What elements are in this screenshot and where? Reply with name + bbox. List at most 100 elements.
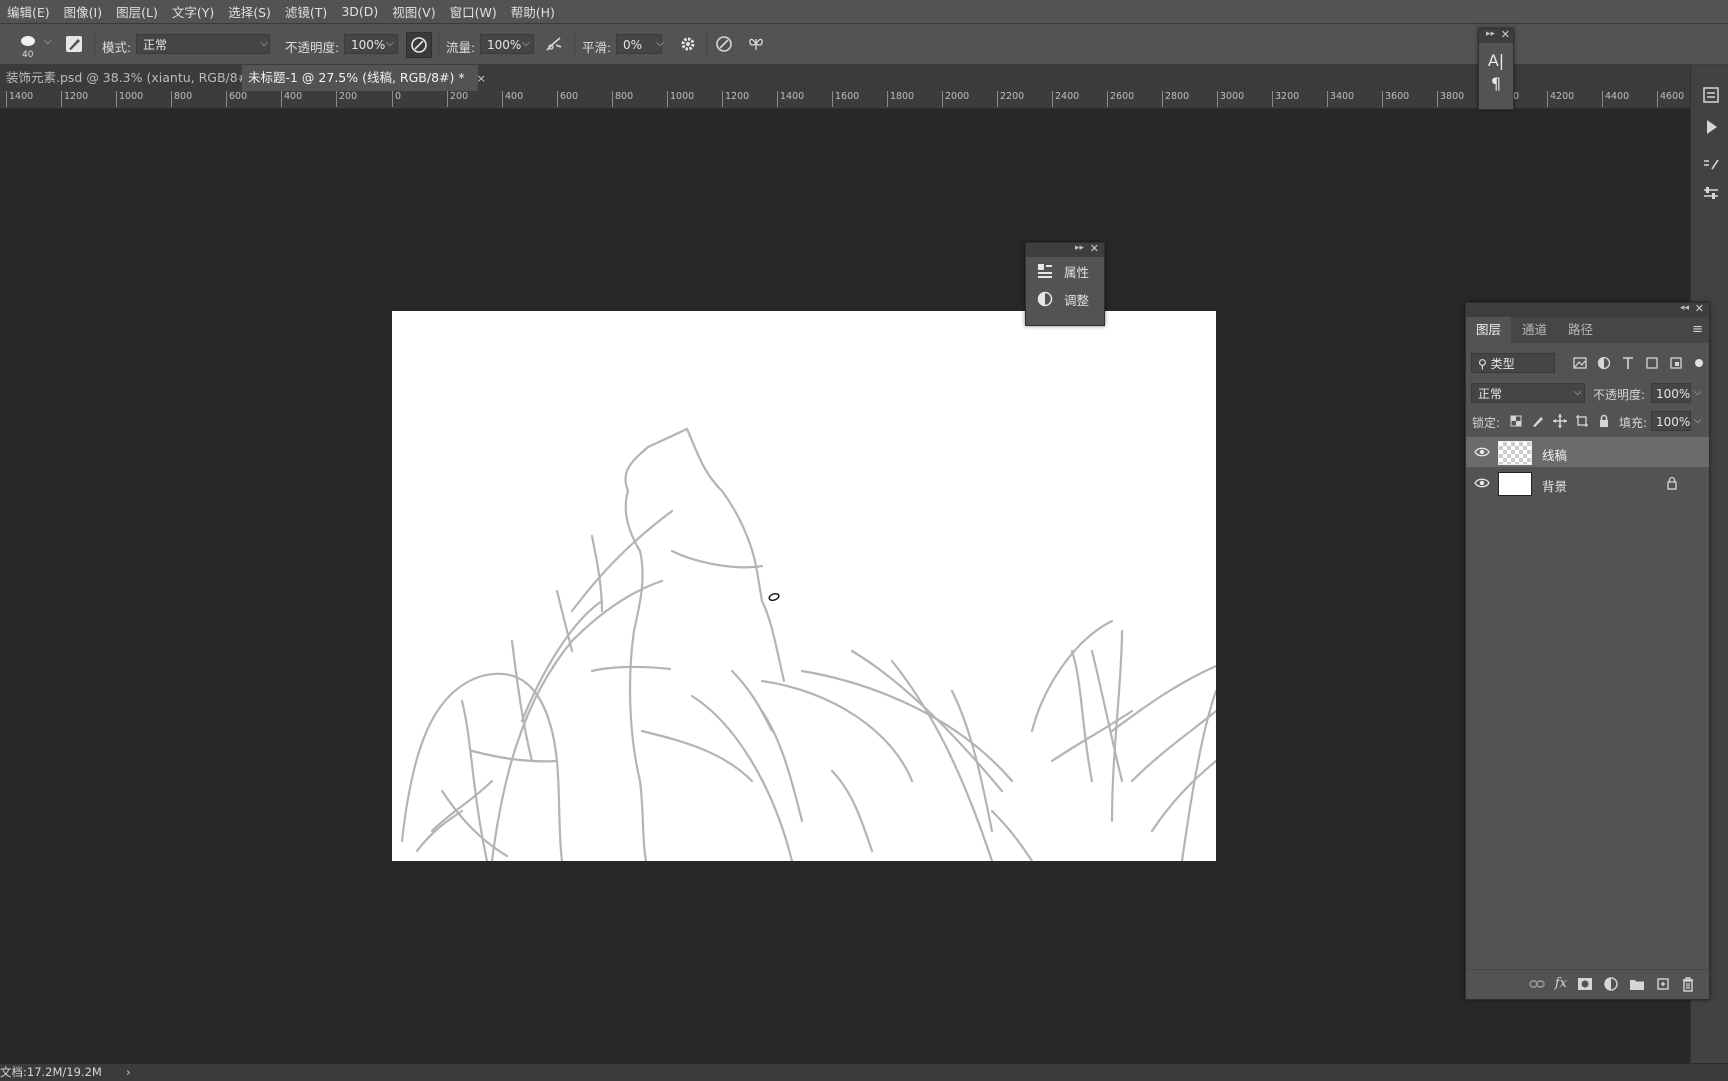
link-icon[interactable] <box>1529 977 1545 991</box>
adjustments-icon <box>1036 290 1054 308</box>
menu-help[interactable]: 帮助(H) <box>504 2 562 21</box>
fx-icon[interactable]: fx <box>1555 976 1567 991</box>
new-layer-icon[interactable] <box>1655 976 1671 992</box>
ruler-tick: 3200 <box>1272 91 1299 107</box>
paragraph-icon[interactable]: ¶ <box>1479 74 1513 93</box>
ruler-tick: 4600 <box>1657 91 1684 107</box>
close-icon[interactable]: ✕ <box>1501 28 1510 41</box>
mode-select[interactable]: 正常 <box>136 34 270 54</box>
sliders-icon[interactable] <box>1701 183 1721 203</box>
menu-3d[interactable]: 3D(D) <box>334 4 385 19</box>
adjustment-layer-icon[interactable] <box>1603 976 1619 992</box>
layers-panel: ◂◂ ✕ 图层 通道 路径 ≡ ⚲ 类型 正常 ⌵ 不透明度: 100% ⌵ 锁… <box>1465 302 1710 1000</box>
ruler-tick: 0 <box>392 91 401 107</box>
menu-layer[interactable]: 图层(L) <box>109 2 165 21</box>
tab-decor-psd[interactable]: 装饰元素.psd @ 38.3% (xiantu, RGB/8#) *× <box>0 65 285 91</box>
tab-paths[interactable]: 路径 <box>1558 317 1603 343</box>
ruler-tick: 1000 <box>116 91 143 107</box>
ruler-tick: 600 <box>226 91 247 107</box>
adjustments-button[interactable]: 调整 <box>1026 285 1104 313</box>
lock-all-icon[interactable] <box>1596 413 1612 429</box>
adjustment-filter-icon[interactable] <box>1596 355 1612 371</box>
close-icon[interactable]: ✕ <box>1090 242 1099 255</box>
ruler-tick: 2400 <box>1052 91 1079 107</box>
properties-button[interactable]: 属性 <box>1026 257 1104 285</box>
blend-mode-select[interactable]: 正常 <box>1471 383 1585 403</box>
smart-object-filter-icon[interactable] <box>1668 355 1684 371</box>
tab-channels[interactable]: 通道 <box>1512 317 1557 343</box>
document-size-info[interactable]: 文档:17.2M/19.2M <box>0 1064 102 1081</box>
brush-settings-toggle[interactable] <box>62 32 86 56</box>
chevron-down-icon[interactable]: ⌵ <box>1694 387 1702 398</box>
airbrush-button[interactable] <box>542 32 566 56</box>
lock-artboard-icon[interactable] <box>1574 413 1590 429</box>
collapse-icon[interactable]: ◂◂ <box>1680 303 1689 313</box>
expand-icon[interactable]: ▸▸ <box>1075 243 1084 253</box>
trash-icon[interactable] <box>1681 976 1695 992</box>
layer-opacity-input[interactable]: 100% <box>1651 383 1691 403</box>
menu-image[interactable]: 图像(I) <box>57 2 109 21</box>
folder-icon[interactable] <box>1629 977 1645 991</box>
fill-input[interactable]: 100% <box>1651 411 1691 431</box>
ruler-tick: 400 <box>281 91 302 107</box>
ruler-tick: 800 <box>612 91 633 107</box>
lock-transparency-icon[interactable] <box>1508 413 1524 429</box>
menu-type[interactable]: 文字(Y) <box>165 2 221 21</box>
lock-pixels-icon[interactable] <box>1530 413 1546 429</box>
horizontal-ruler[interactable]: 1400 1200 1000 800 600 400 200 0 200 400… <box>0 91 1690 109</box>
lock-icon[interactable] <box>1666 476 1678 490</box>
chevron-down-icon[interactable]: ⌵ <box>44 36 52 47</box>
pressure-size-icon <box>716 36 732 52</box>
panel-menu-icon[interactable]: ≡ <box>1692 322 1703 337</box>
shape-filter-icon[interactable] <box>1644 355 1660 371</box>
menu-view[interactable]: 视图(V) <box>385 2 442 21</box>
eye-icon[interactable] <box>1474 476 1490 490</box>
tab-untitled-1[interactable]: 未标题-1 @ 27.5% (线稿, RGB/8#) * × <box>242 65 486 91</box>
image-filter-icon[interactable] <box>1572 355 1588 371</box>
status-menu-arrow[interactable]: › <box>126 1064 131 1081</box>
mask-icon[interactable] <box>1577 977 1593 991</box>
divider <box>94 32 95 58</box>
history-icon[interactable] <box>1701 85 1721 105</box>
status-bar: 文档:17.2M/19.2M › <box>0 1063 1728 1081</box>
symmetry-button[interactable] <box>744 32 768 56</box>
smoothing-options-button[interactable] <box>676 32 700 56</box>
lock-label: 锁定: <box>1472 416 1501 430</box>
menu-filter[interactable]: 滤镜(T) <box>278 2 334 21</box>
pressure-size-button[interactable] <box>712 32 736 56</box>
close-icon[interactable]: ✕ <box>1695 302 1704 315</box>
chevron-down-icon: ⌵ <box>260 38 268 49</box>
chevron-down-icon[interactable]: ⌵ <box>382 34 398 54</box>
divider <box>438 32 439 58</box>
pressure-opacity-button[interactable] <box>406 32 432 58</box>
close-icon[interactable]: × <box>477 72 486 85</box>
document-canvas[interactable] <box>392 311 1216 861</box>
fill-label: 填充: <box>1619 416 1648 430</box>
filter-value: 类型 <box>1490 357 1515 371</box>
brush-settings-icon[interactable] <box>1701 155 1721 175</box>
tab-label: 装饰元素.psd @ 38.3% (xiantu, RGB/8#) * <box>6 70 264 85</box>
lock-options <box>1508 413 1612 429</box>
expand-icon[interactable]: ▸▸ <box>1486 29 1495 39</box>
layer-row-lineart[interactable]: 线稿 <box>1466 437 1709 467</box>
layer-filter-select[interactable]: ⚲ 类型 <box>1471 353 1555 373</box>
menu-window[interactable]: 窗口(W) <box>443 2 504 21</box>
filter-toggle-icon[interactable] <box>1692 355 1706 371</box>
character-icon[interactable]: A| <box>1479 51 1513 70</box>
chevron-down-icon[interactable]: ⌵ <box>652 34 668 54</box>
layer-row-background[interactable]: 背景 <box>1466 468 1709 498</box>
document-tab-bar: 装饰元素.psd @ 38.3% (xiantu, RGB/8#) *× 未标题… <box>0 65 1728 91</box>
lock-position-icon[interactable] <box>1552 413 1568 429</box>
type-filter-icon[interactable] <box>1620 355 1636 371</box>
tab-layers[interactable]: 图层 <box>1466 317 1512 343</box>
options-bar: 40 ⌵ 模式: 正常 ⌵ 不透明度: 100% ⌵ 流量: 100% ⌵ 平滑… <box>0 24 1728 65</box>
layers-panel-tabs: 图层 通道 路径 ≡ <box>1466 317 1709 343</box>
menu-bar: 编辑(E) 图像(I) 图层(L) 文字(Y) 选择(S) 滤镜(T) 3D(D… <box>0 0 1728 24</box>
chevron-down-icon[interactable]: ⌵ <box>1694 415 1702 426</box>
eye-icon[interactable] <box>1474 445 1490 459</box>
chevron-down-icon[interactable]: ⌵ <box>518 34 534 54</box>
ruler-tick: 1400 <box>777 91 804 107</box>
play-icon[interactable] <box>1701 117 1721 137</box>
menu-select[interactable]: 选择(S) <box>221 2 278 21</box>
menu-edit[interactable]: 编辑(E) <box>0 2 57 21</box>
